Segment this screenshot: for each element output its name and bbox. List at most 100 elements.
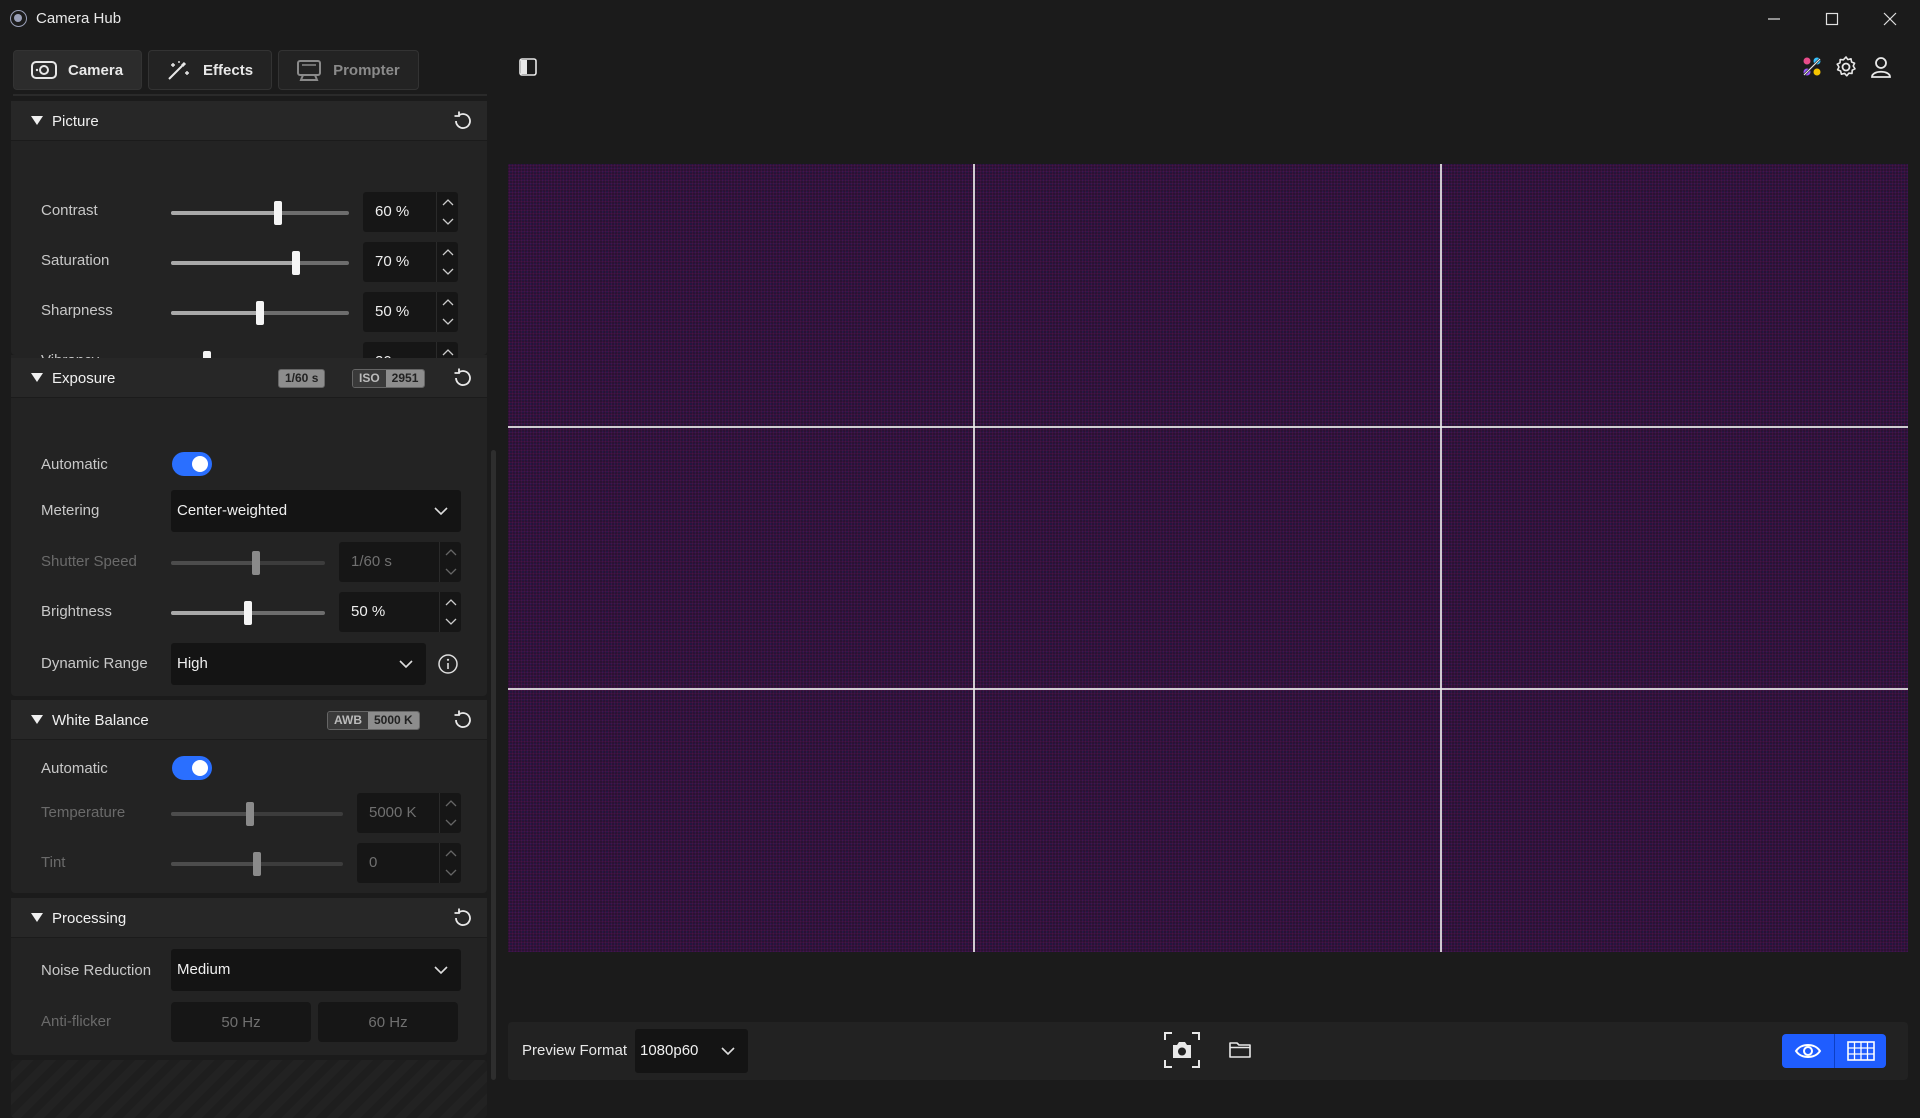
preview-visibility-button[interactable] — [1782, 1034, 1834, 1068]
anti-flicker-50hz-button[interactable]: 50 Hz — [171, 1002, 311, 1042]
shutter-speed-slider[interactable] — [171, 551, 325, 575]
exposure-section: Exposure 1/60 s ISO 2951 Automatic Meter… — [11, 358, 487, 696]
increment-button[interactable] — [436, 192, 458, 212]
white-balance-header[interactable]: White Balance AWB 5000 K — [11, 700, 487, 740]
tab-prompter[interactable]: Prompter — [278, 50, 419, 90]
capture-photo-button[interactable] — [1163, 1031, 1201, 1069]
increment-button[interactable] — [436, 242, 458, 262]
collapse-triangle-icon[interactable] — [31, 373, 43, 382]
increment-button[interactable] — [439, 542, 461, 562]
camera-preview[interactable] — [508, 164, 1908, 952]
info-icon[interactable] — [437, 653, 459, 675]
dropdown-value: High — [177, 655, 208, 672]
slider-thumb[interactable] — [256, 301, 264, 325]
contrast-slider[interactable] — [171, 201, 349, 225]
saturation-stepper[interactable]: 70 % — [363, 242, 458, 282]
processing-section: Processing Noise Reduction Medium Anti-f… — [11, 898, 487, 1055]
user-account-icon[interactable] — [1869, 55, 1893, 79]
tint-slider[interactable] — [171, 852, 343, 876]
view-mode-toggle-group — [1782, 1034, 1886, 1068]
eye-icon — [1794, 1044, 1822, 1058]
increment-button[interactable] — [436, 292, 458, 312]
anti-flicker-60hz-button[interactable]: 60 Hz — [318, 1002, 458, 1042]
tab-effects[interactable]: Effects — [148, 50, 273, 90]
panel-scrollbar[interactable] — [491, 450, 496, 1080]
reset-icon[interactable] — [452, 907, 474, 929]
reset-icon[interactable] — [452, 110, 474, 132]
increment-button[interactable] — [439, 793, 461, 813]
picture-header[interactable]: Picture — [11, 101, 487, 141]
decrement-button[interactable] — [439, 612, 461, 632]
decrement-button[interactable] — [436, 312, 458, 332]
decrement-button[interactable] — [436, 262, 458, 282]
collapse-triangle-icon[interactable] — [31, 116, 43, 125]
maximize-icon — [1825, 12, 1839, 26]
iso-badge-value: 2951 — [385, 370, 425, 387]
increment-button[interactable] — [439, 843, 461, 863]
temperature-slider[interactable] — [171, 802, 343, 826]
awb-badge: AWB 5000 K — [327, 711, 420, 730]
chevron-down-icon — [445, 618, 456, 625]
reset-icon[interactable] — [452, 709, 474, 731]
sharpness-slider[interactable] — [171, 301, 349, 325]
stepper-value[interactable]: 50 % — [375, 303, 409, 320]
decrement-button[interactable] — [439, 813, 461, 833]
shutter-speed-stepper[interactable]: 1/60 s — [339, 542, 461, 582]
brightness-stepper[interactable]: 50 % — [339, 592, 461, 632]
decrement-button[interactable] — [439, 863, 461, 883]
reset-icon[interactable] — [452, 367, 474, 389]
grid-line-vertical-2 — [1440, 164, 1442, 952]
noise-reduction-dropdown[interactable]: Medium — [171, 949, 461, 991]
minimize-button[interactable] — [1745, 0, 1803, 38]
decrement-button[interactable] — [439, 562, 461, 582]
temperature-stepper[interactable]: 5000 K — [357, 793, 461, 833]
saturation-slider[interactable] — [171, 251, 349, 275]
exposure-header[interactable]: Exposure 1/60 s ISO 2951 — [11, 358, 487, 398]
sidebar-toggle-icon[interactable] — [519, 58, 537, 76]
brightness-slider[interactable] — [171, 601, 325, 625]
tab-label: Effects — [203, 61, 254, 79]
chevron-down-icon — [434, 966, 448, 975]
slider-thumb[interactable] — [273, 201, 282, 225]
sharpness-stepper[interactable]: 50 % — [363, 292, 458, 332]
collapse-triangle-icon[interactable] — [31, 913, 43, 922]
open-folder-icon[interactable] — [1228, 1038, 1252, 1062]
iso-badge: ISO 2951 — [352, 369, 426, 388]
slider-thumb[interactable] — [291, 251, 300, 275]
close-button[interactable] — [1861, 0, 1919, 38]
contrast-label: Contrast — [41, 202, 98, 219]
slider-thumb[interactable] — [246, 802, 255, 826]
stepper-value[interactable]: 70 % — [375, 253, 409, 270]
processing-header[interactable]: Processing — [11, 898, 487, 938]
grid-line-horizontal-2 — [508, 688, 1908, 690]
decrement-button[interactable] — [436, 212, 458, 232]
stepper-value[interactable]: 5000 K — [369, 804, 417, 821]
grid-overlay-button[interactable] — [1834, 1034, 1886, 1068]
chevron-up-icon — [445, 599, 456, 606]
preview-format-dropdown[interactable]: 1080p60 — [635, 1029, 748, 1073]
increment-button[interactable] — [439, 592, 461, 612]
contrast-stepper[interactable]: 60 % — [363, 192, 458, 232]
color-palette-icon[interactable] — [1800, 55, 1824, 79]
collapse-triangle-icon[interactable] — [31, 715, 43, 724]
slider-thumb[interactable] — [253, 852, 261, 876]
stepper-value[interactable]: 50 % — [351, 603, 385, 620]
exposure-automatic-label: Automatic — [41, 456, 108, 473]
dynamic-range-dropdown[interactable]: High — [171, 643, 426, 685]
chevron-up-icon — [445, 549, 456, 556]
stepper-value[interactable]: 60 % — [375, 203, 409, 220]
metering-dropdown[interactable]: Center-weighted — [171, 490, 461, 532]
exposure-automatic-toggle[interactable] — [172, 452, 212, 476]
stepper-value[interactable]: 0 — [369, 854, 377, 871]
gear-icon[interactable] — [1834, 55, 1858, 79]
tab-camera[interactable]: Camera — [13, 50, 143, 90]
tab-divider — [13, 94, 487, 96]
shutter-speed-label: Shutter Speed — [41, 553, 137, 570]
slider-thumb[interactable] — [244, 601, 252, 625]
tint-stepper[interactable]: 0 — [357, 843, 461, 883]
wb-automatic-toggle[interactable] — [172, 756, 212, 780]
slider-thumb[interactable] — [251, 551, 260, 575]
maximize-button[interactable] — [1803, 0, 1861, 38]
saturation-label: Saturation — [41, 252, 110, 269]
stepper-value[interactable]: 1/60 s — [351, 553, 392, 570]
